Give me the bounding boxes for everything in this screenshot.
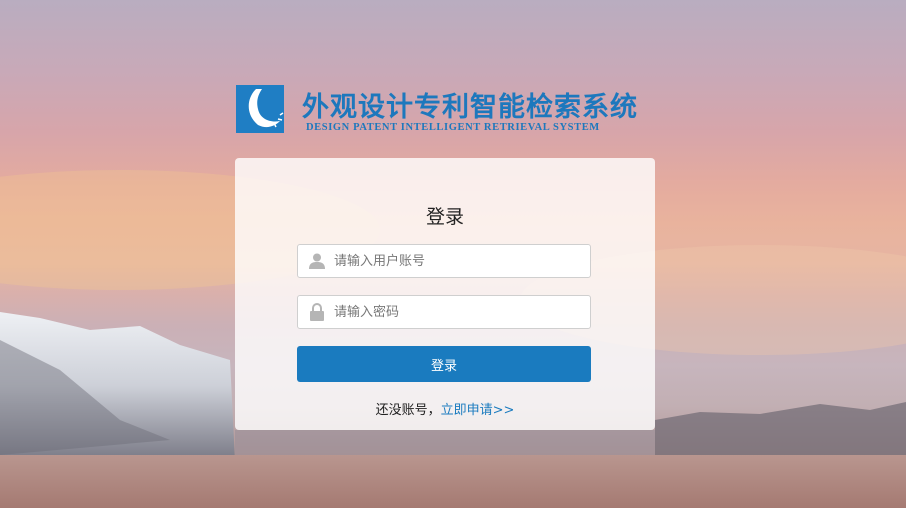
- login-button[interactable]: 登录: [297, 346, 591, 382]
- username-input[interactable]: [334, 245, 584, 277]
- register-prompt: 还没账号，: [375, 403, 441, 418]
- brand-title-cn: 外观设计专利智能检索系统: [302, 92, 638, 123]
- login-title: 登录: [425, 206, 464, 228]
- brand-title-en: DESIGN PATENT INTELLIGENT RETRIEVAL SYST…: [306, 122, 600, 133]
- register-link[interactable]: 立即申请>>: [441, 403, 515, 418]
- password-field[interactable]: [297, 295, 591, 329]
- user-icon: [308, 252, 326, 270]
- login-panel: 登录 登录 还没账号，立即申请>>: [235, 158, 655, 430]
- username-field[interactable]: [297, 244, 591, 278]
- brand-header: 外观设计专利智能检索系统 DESIGN PATENT INTELLIGENT R…: [236, 85, 656, 135]
- lock-icon: [308, 303, 326, 321]
- password-input[interactable]: [334, 296, 584, 328]
- register-row: 还没账号，立即申请>>: [235, 399, 655, 418]
- logo-icon: [236, 85, 284, 133]
